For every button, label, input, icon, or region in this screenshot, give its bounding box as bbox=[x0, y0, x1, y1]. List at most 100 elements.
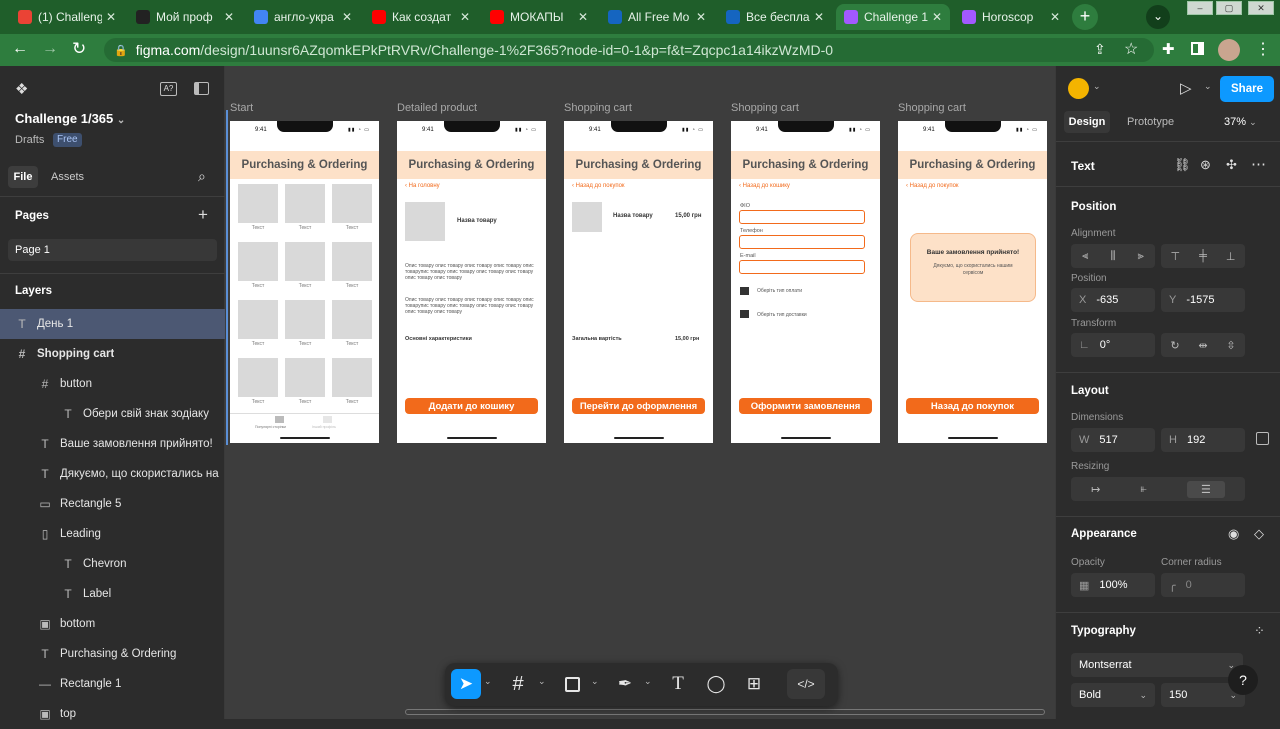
zoom-level[interactable]: 37% ⌄ bbox=[1224, 116, 1257, 128]
close-tab-icon[interactable]: ✕ bbox=[460, 10, 470, 24]
help-button[interactable]: ? bbox=[1228, 665, 1258, 695]
component-icon[interactable]: ✣ bbox=[1226, 157, 1237, 173]
close-tab-icon[interactable]: ✕ bbox=[1050, 10, 1060, 24]
tab-assets[interactable]: Assets bbox=[51, 171, 84, 183]
frame-label[interactable]: Detailed product bbox=[397, 102, 477, 114]
phone-frame-detailed-product[interactable]: 9:41 ▮▮ ◔ ▭ Purchasing & Ordering ‹ На г… bbox=[397, 121, 546, 443]
layer-row[interactable]: T Дякуємо, що скористались на bbox=[0, 459, 225, 489]
component-set-icon[interactable]: ⊛ bbox=[1200, 157, 1211, 173]
layer-row[interactable]: T Purchasing & Ordering bbox=[0, 639, 225, 669]
close-tab-icon[interactable]: ✕ bbox=[342, 10, 352, 24]
phone-frame-confirmation[interactable]: 9:41 ▮▮ ◔ ▭ Purchasing & Ordering ‹ Наза… bbox=[898, 121, 1047, 443]
rotation-field[interactable]: ∟ 0° bbox=[1071, 333, 1155, 357]
extensions-icon[interactable]: ✚ bbox=[1162, 40, 1175, 58]
frame-label[interactable]: Start bbox=[230, 102, 253, 114]
browser-tab[interactable]: Challenge 1 ✕ bbox=[836, 4, 950, 30]
product-tile-placeholder[interactable] bbox=[285, 358, 325, 397]
rectangle-tool-icon[interactable] bbox=[557, 669, 587, 699]
layer-row[interactable]: T Chevron bbox=[0, 549, 225, 579]
browser-tab[interactable]: Мой проф ✕ bbox=[128, 4, 242, 30]
product-tile-placeholder[interactable] bbox=[238, 358, 278, 397]
comment-tool-icon[interactable]: ◯ bbox=[701, 669, 731, 699]
close-tab-icon[interactable]: ✕ bbox=[224, 10, 234, 24]
assets-ai-icon[interactable]: A? bbox=[160, 82, 177, 96]
chevron-down-icon[interactable]: ⌄ bbox=[644, 676, 652, 687]
auto-width-icon[interactable]: ↦ bbox=[1091, 483, 1100, 496]
figma-menu-icon[interactable]: ❖ bbox=[15, 80, 28, 98]
chevron-down-icon[interactable]: ⌄ bbox=[1093, 81, 1101, 92]
width-field[interactable]: W 517 bbox=[1071, 428, 1155, 452]
auto-height-icon[interactable]: ⫦ bbox=[1141, 483, 1147, 496]
chevron-down-icon[interactable]: ⌄ bbox=[1204, 81, 1212, 92]
link-icon[interactable]: ⛓ bbox=[1174, 157, 1191, 173]
menu-kebab-icon[interactable]: ⋮ bbox=[1255, 39, 1271, 59]
layer-row[interactable]: # button bbox=[0, 369, 225, 399]
layer-row[interactable]: — Rectangle 1 bbox=[0, 669, 225, 699]
font-family-select[interactable]: Montserrat ⌄ bbox=[1071, 653, 1243, 677]
search-icon[interactable]: ⌕ bbox=[198, 168, 206, 185]
layer-row[interactable]: ▭ Rectangle 5 bbox=[0, 489, 225, 519]
browser-tab[interactable]: Horoscop ✕ bbox=[954, 4, 1068, 30]
add-to-cart-button[interactable]: Додати до кошику bbox=[405, 398, 538, 414]
product-tile-placeholder[interactable] bbox=[332, 300, 372, 339]
tab-search-icon[interactable]: ⌄ bbox=[1146, 5, 1170, 29]
new-tab-icon[interactable]: + bbox=[1072, 4, 1098, 30]
fixed-size-icon[interactable]: ☰ bbox=[1186, 480, 1225, 498]
phone-input[interactable] bbox=[739, 235, 865, 249]
type-settings-icon[interactable]: ⁘ bbox=[1254, 623, 1265, 639]
product-tile-placeholder[interactable] bbox=[332, 358, 372, 397]
tab-design[interactable]: Design bbox=[1064, 111, 1110, 133]
back-to-shopping-button[interactable]: Назад до покупок bbox=[906, 398, 1039, 414]
forward-icon[interactable]: → bbox=[42, 40, 58, 58]
frame-label[interactable]: Shopping cart bbox=[731, 102, 799, 114]
minimize-window-icon[interactable]: – bbox=[1187, 1, 1213, 15]
flip-horizontal-icon[interactable]: ⇹ bbox=[1198, 339, 1207, 352]
layer-row[interactable]: ▣ bottom bbox=[0, 609, 225, 639]
browser-tab[interactable]: Все беспла ✕ bbox=[718, 4, 832, 30]
flip-vertical-icon[interactable]: ⇳ bbox=[1226, 339, 1235, 352]
maximize-window-icon[interactable]: ▢ bbox=[1216, 1, 1242, 15]
frame-label[interactable]: Shopping cart bbox=[898, 102, 966, 114]
close-window-icon[interactable]: ✕ bbox=[1248, 1, 1274, 15]
product-tile-placeholder[interactable] bbox=[332, 184, 372, 223]
phone-frame-shopping-cart[interactable]: 9:41 ▮▮ ◔ ▭ Purchasing & Ordering ‹ Наза… bbox=[564, 121, 713, 443]
layer-row[interactable]: ▯ Leading bbox=[0, 519, 225, 549]
resize-to-fit-icon[interactable] bbox=[1256, 432, 1269, 445]
phone-frame-start[interactable]: 9:41 ▮▮ ◔ ▭ Purchasing & Ordering Текст Т… bbox=[230, 121, 379, 443]
tab-prototype[interactable]: Prototype bbox=[1127, 116, 1174, 128]
file-title[interactable]: Challenge 1/365 ⌄ bbox=[15, 111, 125, 126]
browser-tab[interactable]: англо-укра ✕ bbox=[246, 4, 360, 30]
move-tool-icon[interactable]: ➤ bbox=[451, 669, 481, 699]
close-tab-icon[interactable]: ✕ bbox=[814, 10, 824, 24]
product-tile-placeholder[interactable] bbox=[238, 300, 278, 339]
panel-toggle-icon[interactable] bbox=[194, 82, 209, 95]
product-tile-placeholder[interactable] bbox=[285, 242, 325, 281]
product-tile-placeholder[interactable] bbox=[285, 300, 325, 339]
resources-tool-icon[interactable]: ⊞ bbox=[739, 669, 769, 699]
product-tile-placeholder[interactable] bbox=[285, 184, 325, 223]
place-order-button[interactable]: Оформити замовлення bbox=[739, 398, 872, 414]
tab-file[interactable]: File bbox=[8, 166, 38, 188]
back-icon[interactable]: ← bbox=[12, 40, 28, 58]
browser-tab[interactable]: Как создат ✕ bbox=[364, 4, 478, 30]
x-position-field[interactable]: X -635 bbox=[1071, 288, 1155, 312]
chevron-down-icon[interactable]: ⌄ bbox=[538, 676, 546, 687]
browser-tab[interactable]: (1) Challeng ✕ bbox=[10, 4, 124, 30]
url-field[interactable]: 🔒 figma.com/design/1uunsr6AZqomkEPkPtRVR… bbox=[104, 38, 1154, 62]
checkout-button[interactable]: Перейти до оформлення bbox=[572, 398, 705, 414]
product-tile-placeholder[interactable] bbox=[238, 242, 278, 281]
layer-row[interactable]: T Ваше замовлення прийнято! bbox=[0, 429, 225, 459]
text-tool-icon[interactable]: T bbox=[663, 669, 693, 699]
blend-mode-icon[interactable]: ◇ bbox=[1254, 526, 1264, 542]
visibility-eye-icon[interactable]: ◉ bbox=[1228, 526, 1239, 542]
sidepanel-icon[interactable] bbox=[1191, 42, 1204, 55]
name-input[interactable] bbox=[739, 210, 865, 224]
align-top-icon[interactable]: ⊤ bbox=[1171, 250, 1181, 263]
rotate-icon[interactable]: ↻ bbox=[1170, 339, 1179, 352]
align-center-icon[interactable]: ⫼ bbox=[1110, 250, 1115, 263]
align-bottom-icon[interactable]: ⊥ bbox=[1226, 250, 1236, 263]
layer-row[interactable]: ▣ top bbox=[0, 699, 225, 729]
close-tab-icon[interactable]: ✕ bbox=[696, 10, 706, 24]
align-middle-icon[interactable]: ╪ bbox=[1199, 250, 1207, 262]
layer-row[interactable]: # Shopping cart bbox=[0, 339, 225, 369]
